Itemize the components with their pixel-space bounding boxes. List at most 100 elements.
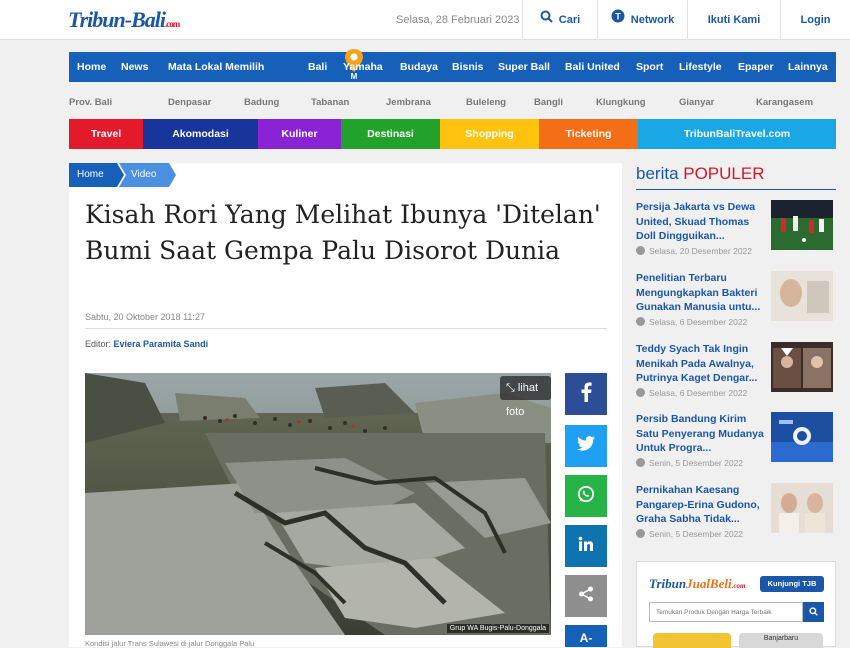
cat-shopping[interactable]: Shopping [440,119,539,149]
network-icon: T [611,0,625,40]
linkedin-icon [578,536,594,557]
follow-button[interactable]: Ikuti Kami [687,0,780,40]
popular-item-title[interactable]: Teddy Syach Tak Ingin Menikah Pada Awaln… [636,342,764,386]
clock-icon [636,388,645,397]
popular-item-date-text: Senin, 5 Desember 2022 [649,458,744,468]
login-label: Login [800,14,831,26]
cat-kuliner[interactable]: Kuliner [258,119,341,149]
more-share-button[interactable] [565,575,607,617]
nav-lainnya[interactable]: Lainnya [788,52,828,82]
region-gianyar[interactable]: Gianyar [679,97,714,108]
nav-news[interactable]: News [121,52,148,82]
cat-akomodasi[interactable]: Akomodasi [143,119,258,149]
popular-item-date: Selasa, 6 Desember 2022 [636,388,747,398]
nav-bali[interactable]: Bali [308,52,327,82]
region-klungkung[interactable]: Klungkung [596,97,646,108]
tjb-logo[interactable]: TribunJualBeli.com [649,576,745,592]
popular-item-title[interactable]: Persib Bandung Kirim Satu Penyerang Muda… [636,412,764,456]
nav-super-ball[interactable]: Super Ball [498,52,550,82]
popular-heading-prefix: berita [636,164,684,183]
popular-item-thumbnail[interactable] [771,412,833,462]
wedding-thumbnail-image [771,342,833,392]
linkedin-share-button[interactable] [565,525,607,567]
popular-heading: berita POPULER [636,164,765,184]
login-button[interactable]: Login [780,0,850,40]
popular-item-date: Selasa, 6 Desember 2022 [636,317,747,327]
cat-travel[interactable]: Travel [69,119,143,149]
view-photo-button[interactable]: ⤡ lihat foto [500,376,551,418]
cat-tribunbalitravel[interactable]: TribunBaliTravel.com [638,119,836,149]
nav-budaya[interactable]: Budaya [400,52,438,82]
tjb-search-input[interactable] [649,602,803,622]
search-button[interactable]: Cari [522,0,597,40]
clock-icon [636,458,645,467]
font-size-button[interactable]: A- [565,625,607,647]
region-prov-bali[interactable]: Prov. Bali [69,97,112,108]
nav-yamaha[interactable]: Yamaha [343,52,383,82]
popular-item-title[interactable]: Penelitian Terbaru Mengungkapkan Bakteri… [636,271,764,315]
tjb-logo-highlight: JualBeli [686,576,732,591]
popular-item-date-text: Senin, 5 Desember 2022 [649,529,744,539]
nav-bali-united[interactable]: Bali United [565,52,620,82]
visit-tjb-button[interactable]: Kunjungi TJB [760,576,824,592]
tjb-product-card[interactable]: Banjarbaru [739,633,823,648]
site-logo[interactable]: Tribun-Bali.com [68,7,180,33]
publish-date: Sabtu, 20 Oktober 2018 11:27 [85,312,205,322]
popular-item-title[interactable]: Persija Jakarta vs Dewa United, Skuad Th… [636,200,764,244]
network-button[interactable]: T Network [597,0,687,40]
search-label: Cari [558,14,581,26]
breadcrumb-home[interactable]: Home [69,163,104,187]
popular-item-date: Senin, 5 Desember 2022 [636,529,743,539]
tribunjualbeli-widget: TribunJualBeli.com Kunjungi TJB Banjarba… [636,561,836,648]
popular-item-date: Senin, 5 Desember 2022 [636,458,743,468]
article-photo[interactable]: ⤡ lihat foto Grup WA Bugis-Palu-Donggala [85,373,551,635]
twitter-icon [577,436,595,456]
nav-sport[interactable]: Sport [636,52,663,82]
region-buleleng[interactable]: Buleleng [466,97,506,108]
clock-icon [636,317,645,326]
nav-lifestyle[interactable]: Lifestyle [679,52,722,82]
clock-icon [636,246,645,255]
heading-underline [636,189,836,190]
nav-epaper[interactable]: Epaper [738,52,774,82]
svg-text:T: T [615,12,621,22]
current-date: Selasa, 28 Februari 2023 [396,14,520,26]
popular-item-date-text: Selasa, 20 Desember 2022 [649,246,753,256]
region-tabanan[interactable]: Tabanan [311,97,349,108]
popular-item-thumbnail[interactable] [771,483,833,533]
popular-item-thumbnail[interactable] [771,271,833,321]
popular-item-thumbnail[interactable] [771,200,833,250]
region-denpasar[interactable]: Denpasar [168,97,211,108]
expand-icon: ⤡ [506,382,518,394]
popular-item-thumbnail[interactable] [771,342,833,392]
nav-home[interactable]: Home [77,52,106,82]
follow-label: Ikuti Kami [707,14,761,26]
region-bangli[interactable]: Bangli [534,97,563,108]
popular-heading-highlight: POPULER [683,164,765,183]
whatsapp-share-button[interactable] [565,475,607,517]
region-jembrana[interactable]: Jembrana [386,97,431,108]
search-icon [540,0,553,40]
facebook-icon [580,382,592,407]
editor-name[interactable]: Eviera Paramita Sandi [114,339,209,349]
tjb-search-button[interactable] [803,602,824,622]
popular-item-date-text: Selasa, 6 Desember 2022 [649,317,748,327]
region-karangasem[interactable]: Karangasem [756,97,813,108]
tjb-product-card[interactable] [653,633,731,648]
divider [85,328,607,329]
search-icon [809,603,818,621]
popular-item-title[interactable]: Pernikahan Kaesang Pangarep-Erina Gudono… [636,483,764,527]
facebook-share-button[interactable] [565,373,607,415]
whatsapp-icon [577,485,595,508]
nav-bisnis[interactable]: Bisnis [452,52,484,82]
article: Home Video Kisah Rori Yang Melihat Ibuny… [69,163,622,648]
nav-mata-lokal-memilih[interactable]: Mata Lokal Memilih [168,52,264,82]
editor-line: Editor: Eviera Paramita Sandi [85,339,208,349]
cat-ticketing[interactable]: Ticketing [539,119,638,149]
breadcrumb-video[interactable]: Video [123,163,156,187]
network-label: Network [630,14,675,26]
logo-suffix: .com [165,19,180,29]
twitter-share-button[interactable] [565,425,607,467]
cat-destinasi[interactable]: Destinasi [341,119,440,149]
region-badung[interactable]: Badung [244,97,279,108]
